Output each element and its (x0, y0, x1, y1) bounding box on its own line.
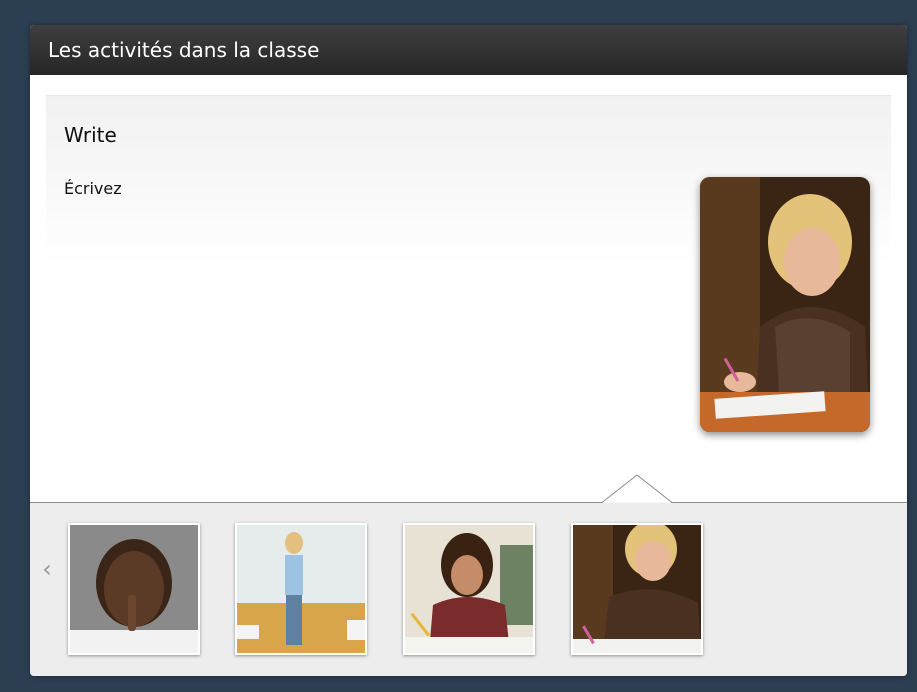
thumbnail-take-notes[interactable] (403, 523, 535, 655)
thumbnail-image (70, 525, 198, 653)
activity-card: Write Écrivez (46, 95, 891, 500)
selection-pointer (602, 474, 672, 504)
card-subtitle: Écrivez (64, 179, 122, 198)
thumbnail-image (405, 525, 533, 653)
chevron-left-icon[interactable]: ‹ (36, 555, 58, 583)
activity-window: Les activités dans la classe Write Écriv… (30, 25, 907, 676)
thumbnail-strip: ‹ (30, 503, 907, 676)
girl-writing-photo (700, 177, 870, 432)
window-title: Les activités dans la classe (30, 25, 907, 75)
card-title: Write (64, 123, 117, 147)
thumbnail-stand-up[interactable] (235, 523, 367, 655)
thumbnail-image (237, 525, 365, 653)
thumbnail-image (573, 525, 701, 653)
thumbnail-write[interactable] (571, 523, 703, 655)
thumbnail-quiet[interactable] (68, 523, 200, 655)
activity-photo (700, 177, 870, 432)
